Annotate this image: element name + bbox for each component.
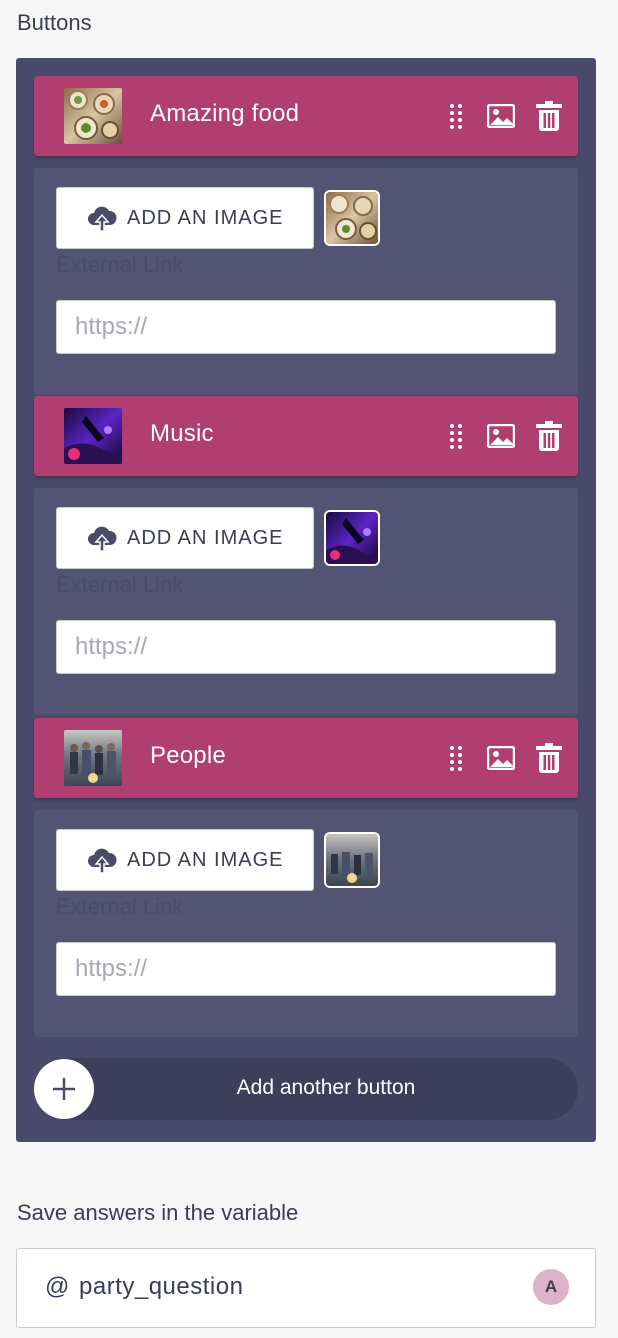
- button-item-people: People ADD AN IMAGE External Link https:…: [34, 718, 578, 1037]
- button-body: ADD AN IMAGE External Link: [34, 168, 578, 395]
- cloud-upload-icon: [88, 526, 117, 551]
- button-label: Music: [150, 420, 214, 447]
- drag-handle-icon[interactable]: [440, 100, 472, 132]
- trash-icon[interactable]: [533, 420, 565, 452]
- image-icon[interactable]: [485, 100, 517, 132]
- add-image-button[interactable]: ADD AN IMAGE: [56, 507, 314, 569]
- button-thumbnail: [64, 88, 122, 144]
- cloud-upload-icon: [88, 206, 117, 231]
- drag-handle-icon[interactable]: [440, 742, 472, 774]
- button-item-amazing-food: Amazing food ADD AN IMAGE External Link …: [34, 76, 578, 395]
- button-header[interactable]: People: [34, 718, 578, 798]
- cloud-upload-icon: [88, 848, 117, 873]
- image-preview: [324, 190, 380, 246]
- variable-field[interactable]: @ party_question A: [16, 1248, 596, 1328]
- button-label: People: [150, 742, 226, 769]
- external-link-label: External Link: [56, 894, 184, 919]
- variable-badge-avatar: A: [533, 1269, 569, 1305]
- add-another-label: Add another button: [236, 1076, 416, 1099]
- button-header[interactable]: Amazing food: [34, 76, 578, 156]
- buttons-section-title: Buttons: [17, 10, 92, 35]
- add-image-label: ADD AN IMAGE: [127, 848, 284, 871]
- add-image-label: ADD AN IMAGE: [127, 526, 284, 549]
- button-thumbnail: [64, 730, 122, 786]
- external-link-input[interactable]: [56, 620, 556, 674]
- add-image-button[interactable]: ADD AN IMAGE: [56, 187, 314, 249]
- image-icon[interactable]: [485, 420, 517, 452]
- save-variable-title: Save answers in the variable: [17, 1200, 299, 1225]
- at-sign-prefix: @: [45, 1273, 70, 1300]
- button-thumbnail: [64, 408, 122, 464]
- add-image-label: ADD AN IMAGE: [127, 206, 284, 229]
- drag-handle-icon[interactable]: [440, 420, 472, 452]
- button-header[interactable]: Music: [34, 396, 578, 476]
- trash-icon[interactable]: [533, 742, 565, 774]
- variable-name: party_question: [79, 1273, 244, 1300]
- external-link-input[interactable]: [56, 300, 556, 354]
- buttons-panel: Amazing food ADD AN IMAGE External Link …: [16, 58, 596, 1142]
- button-body: ADD AN IMAGE External Link: [34, 810, 578, 1037]
- external-link-input[interactable]: [56, 942, 556, 996]
- image-preview: [324, 510, 380, 566]
- image-preview: [324, 832, 380, 888]
- external-link-label: External Link: [56, 252, 184, 277]
- image-icon[interactable]: [485, 742, 517, 774]
- add-another-button[interactable]: Add another button: [34, 1058, 578, 1120]
- button-item-music: Music ADD AN IMAGE External Link https:/…: [34, 396, 578, 715]
- external-link-label: External Link: [56, 572, 184, 597]
- add-image-button[interactable]: ADD AN IMAGE: [56, 829, 314, 891]
- button-label: Amazing food: [150, 100, 300, 127]
- trash-icon[interactable]: [533, 100, 565, 132]
- button-body: ADD AN IMAGE External Link: [34, 488, 578, 715]
